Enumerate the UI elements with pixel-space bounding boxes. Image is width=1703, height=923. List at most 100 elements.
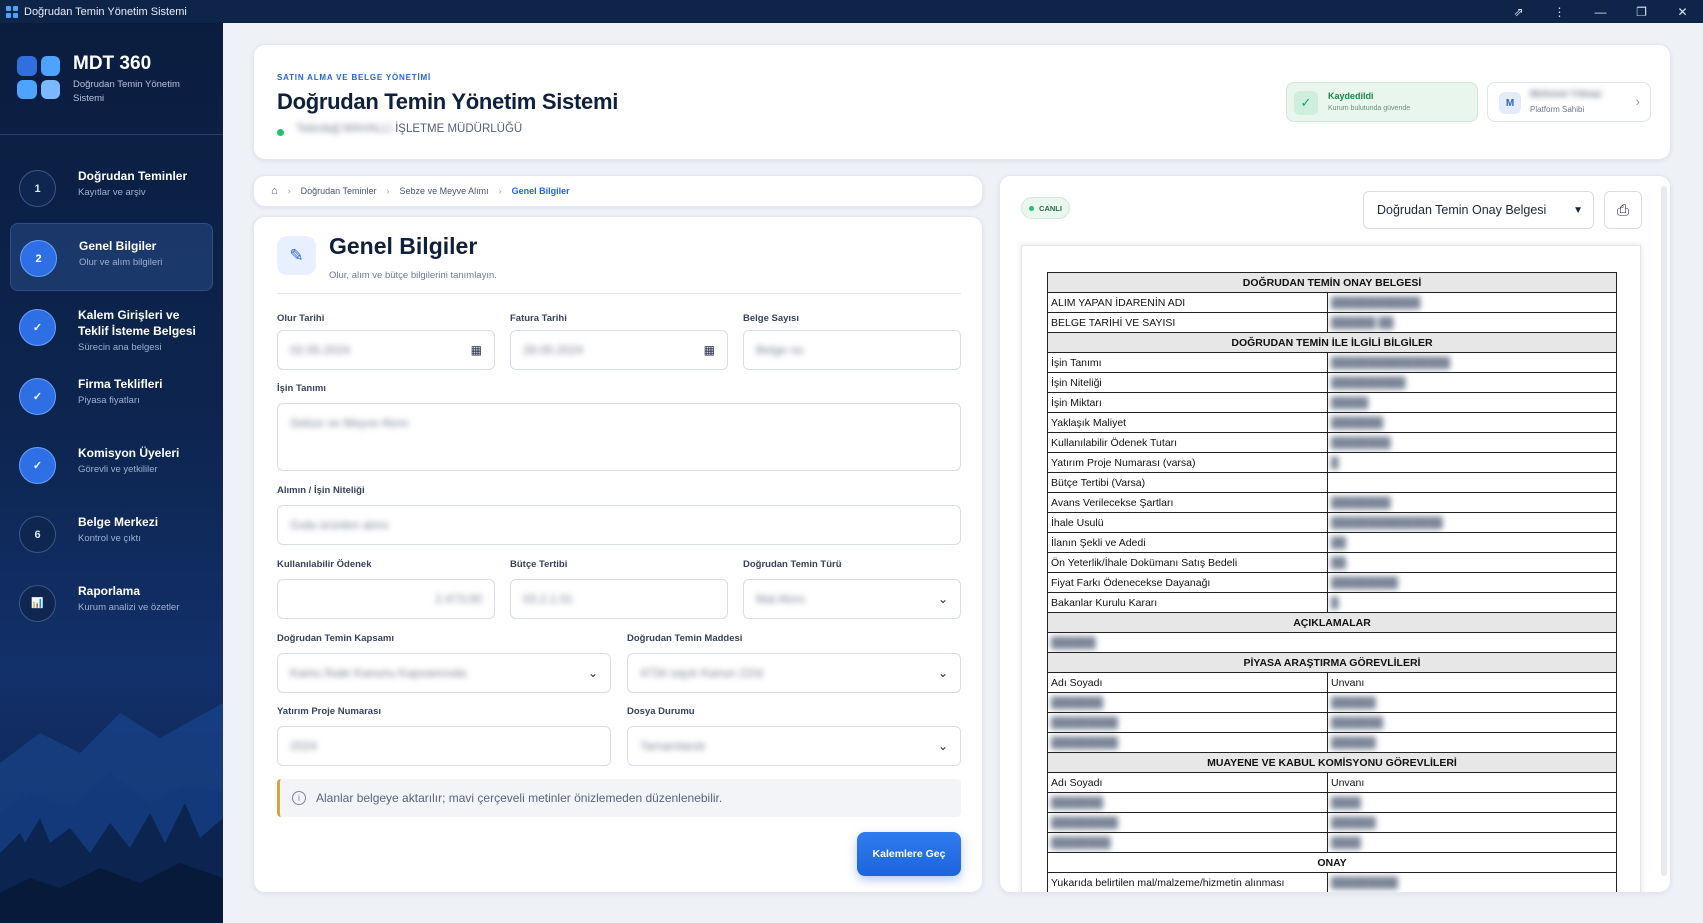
user-menu[interactable]: M Mehmet Yılmaz Platform Sahibi › (1487, 82, 1651, 122)
doc-row-value[interactable]: ██ (1327, 552, 1617, 573)
olur-tarihi-value: 02.05.2024 (290, 343, 351, 357)
maximize-button[interactable]: ❐ (1621, 0, 1662, 23)
calendar-icon[interactable]: ▦ (471, 343, 482, 357)
document-type-select[interactable]: Doğrudan Temin Onay Belgesi ▼ (1363, 191, 1594, 229)
doc-member-title[interactable]: ████ (1327, 792, 1617, 813)
doc-section-header: MUAYENE VE KABUL KOMİSYONU GÖREVLİLERİ (1047, 752, 1617, 773)
doc-row-value[interactable]: ████████████████ (1327, 352, 1617, 373)
sidebar-item-desc: Kayıtlar ve arşiv (78, 187, 146, 198)
doc-member-name[interactable]: ███████ (1047, 692, 1328, 713)
avatar: M (1499, 92, 1521, 114)
belge-sayisi-input[interactable]: Belge no (743, 330, 961, 370)
doc-member-title[interactable]: ███████ (1327, 712, 1617, 733)
doc-row-value[interactable]: ████████████ (1327, 292, 1617, 313)
temin-turu-label: Doğrudan Temin Türü (743, 559, 842, 570)
sidebar-item-label: Firma Teklifleri (78, 377, 163, 391)
kapsam-select[interactable]: Kamu İhale Kanunu Kapsamında ⌄ (277, 653, 611, 693)
temin-turu-select[interactable]: Mal Alımı ⌄ (743, 579, 961, 619)
calendar-icon[interactable]: ▦ (704, 343, 715, 357)
print-button[interactable]: ⎙ (1604, 191, 1642, 229)
fatura-tarihi-input[interactable]: 28.05.2024 ▦ (510, 330, 728, 370)
doc-member-name[interactable]: █████████ (1047, 812, 1328, 833)
chevron-down-icon: ⌄ (587, 666, 598, 680)
doc-row-value[interactable]: ███████████████ (1327, 512, 1617, 533)
sidebar-item-kalem-girisleri[interactable]: ✓ Kalem Girişleri ve Teklif İsteme Belge… (10, 293, 213, 361)
doc-col-title: Unvanı (1327, 672, 1617, 693)
doc-row-value[interactable]: ██████ ██ (1327, 312, 1617, 333)
doc-row-label: İhale Usulü (1047, 512, 1328, 533)
doc-row-label: İşin Tanımı (1047, 352, 1328, 373)
chevron-down-icon: ▼ (1573, 204, 1583, 216)
next-button[interactable]: Kalemlere Geç (857, 832, 961, 876)
doc-member-name[interactable]: ███████ (1047, 792, 1328, 813)
more-icon[interactable]: ⋮ (1539, 0, 1580, 23)
doc-section-header: PİYASA ARAŞTIRMA GÖREVLİLERİ (1047, 652, 1617, 673)
olur-tarihi-input[interactable]: 02.05.2024 ▦ (277, 330, 495, 370)
dosya-durumu-select[interactable]: Tamamlandı ⌄ (627, 726, 961, 766)
doc-row-value[interactable] (1327, 472, 1617, 493)
doc-row-value[interactable]: ██████████ (1327, 372, 1617, 393)
brand-logo-icon (17, 56, 60, 99)
doc-section-header: AÇIKLAMALAR (1047, 612, 1617, 633)
doc-member-title[interactable]: ████ (1327, 832, 1617, 853)
sidebar-item-desc: Sürecin ana belgesi (78, 342, 162, 353)
sidebar-item-belge-merkezi[interactable]: 6 Belge Merkezi Kontrol ve çıktı (10, 500, 213, 568)
doc-row-value[interactable]: █ (1327, 592, 1617, 613)
doc-row-value[interactable]: ██ (1327, 532, 1617, 553)
sidebar-item-genel-bilgiler[interactable]: 2 Genel Bilgiler Olur ve alım bilgileri (10, 223, 213, 291)
sidebar-landscape (0, 703, 223, 923)
doc-member-title[interactable]: ██████ (1327, 692, 1617, 713)
doc-member-title[interactable]: ██████ (1327, 812, 1617, 833)
doc-row-value[interactable]: ████████ (1327, 432, 1617, 453)
doc-row-value[interactable]: █ (1327, 452, 1617, 473)
doc-col-name: Adı Soyadı (1047, 772, 1328, 793)
sidebar-item-raporlama[interactable]: 📊 Raporlama Kurum analizi ve özetler (10, 569, 213, 637)
sidebar-item-label: Belge Merkezi (78, 515, 159, 529)
doc-explanation[interactable]: ██████ (1047, 632, 1617, 653)
minimize-button[interactable]: — (1580, 0, 1621, 23)
breadcrumb-separator: › (287, 186, 291, 196)
sidebar-item-firma-teklifleri[interactable]: ✓ Firma Teklifleri Piyasa fiyatları (10, 362, 213, 430)
breadcrumb-item[interactable]: Sebze ve Meyve Alımı (400, 186, 489, 196)
form-subtitle: Olur, alım ve bütçe bilgilerini tanımlay… (329, 270, 497, 281)
general-info-form: ✎ Genel Bilgiler Olur, alım ve bütçe bil… (253, 216, 983, 893)
yatirim-input[interactable]: 2024 (277, 726, 611, 766)
page-header: SATIN ALMA VE BELGE YÖNETİMİ Doğrudan Te… (253, 44, 1671, 160)
doc-row-value[interactable]: █████ (1327, 392, 1617, 413)
doc-row-value[interactable]: █████████ (1327, 872, 1617, 892)
printer-icon: ⎙ (1616, 201, 1629, 219)
home-icon[interactable]: ⌂ (271, 185, 278, 197)
odenek-input[interactable]: 2.473,00 (277, 579, 495, 619)
doc-row-value[interactable]: ███████ (1327, 412, 1617, 433)
isin-niteligi-label: Alımın / İşin Niteliği (277, 485, 365, 496)
sidebar-item-desc: Olur ve alım bilgileri (79, 257, 163, 268)
doc-member-title[interactable]: ██████ (1327, 732, 1617, 753)
share-icon[interactable]: ⇗ (1498, 0, 1539, 23)
chevron-right-icon: › (1635, 94, 1640, 109)
sidebar-item-komisyon-uyeleri[interactable]: ✓ Komisyon Üyeleri Görevli ve yetkililer (10, 431, 213, 499)
doc-row-label: Fiyat Farkı Ödenecekse Dayanağı (1047, 572, 1328, 593)
doc-row-value[interactable]: █████████ (1327, 572, 1617, 593)
step-number: 2 (20, 240, 57, 277)
doc-member-name[interactable]: █████████ (1047, 732, 1328, 753)
madde-select[interactable]: 4734 sayılı Kanun 22/d ⌄ (627, 653, 961, 693)
breadcrumb-item[interactable]: Doğrudan Teminler (301, 186, 377, 196)
close-button[interactable]: ✕ (1662, 0, 1703, 23)
doc-member-name[interactable]: ████████ (1047, 832, 1328, 853)
kapsam-label: Doğrudan Temin Kapsamı (277, 633, 395, 644)
doc-member-name[interactable]: █████████ (1047, 712, 1328, 733)
doc-row-value[interactable]: ████████ (1327, 492, 1617, 513)
sidebar-item-dogrudan-teminler[interactable]: 1 Doğrudan Teminler Kayıtlar ve arşiv (10, 154, 213, 222)
sidebar-divider (0, 134, 223, 135)
butce-tertibi-input[interactable]: 03.2.1.01 (510, 579, 728, 619)
isin-tanimi-value: Sebze ve Meyve Alımı (290, 416, 409, 430)
info-text: Alanlar belgeye aktarılır; mavi çerçevel… (316, 791, 723, 805)
isin-tanimi-textarea[interactable]: Sebze ve Meyve Alımı (277, 403, 961, 471)
preview-scrollbar[interactable] (1661, 186, 1667, 876)
doc-row-label: Bütçe Tertibi (Varsa) (1047, 472, 1328, 493)
chart-icon: 📊 (19, 585, 56, 622)
isin-niteligi-input[interactable]: Gıda ürünleri alımı (277, 505, 961, 545)
madde-value: 4734 sayılı Kanun 22/d (640, 666, 763, 680)
doc-row-label: Avans Verilecekse Şartları (1047, 492, 1328, 513)
form-divider (277, 293, 961, 294)
